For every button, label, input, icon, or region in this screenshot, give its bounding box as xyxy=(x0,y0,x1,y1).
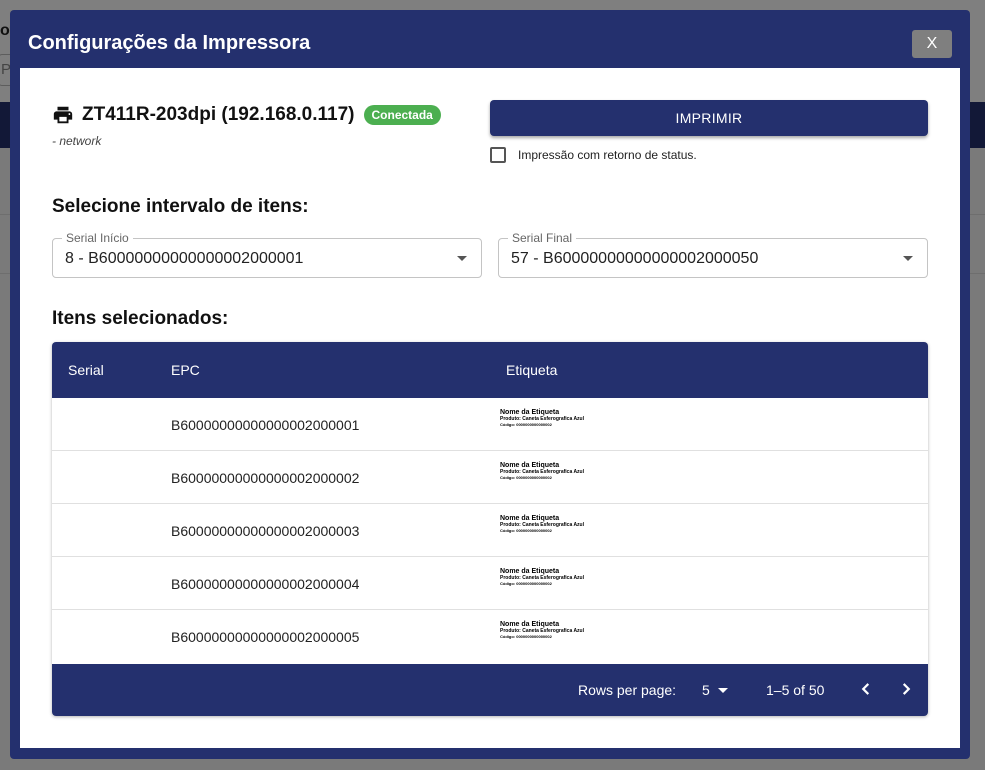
status-return-option[interactable]: Impressão com retorno de status. xyxy=(490,147,697,163)
column-header-label[interactable]: Etiqueta xyxy=(506,362,557,378)
epc-cell: B60000000000000002000001 xyxy=(171,417,360,433)
dialog-body: ZT411R-203dpi (192.168.0.117) Conectada … xyxy=(20,68,960,748)
status-return-checkbox[interactable] xyxy=(490,147,506,163)
serial-start-label: Serial Início xyxy=(62,231,133,245)
table-header: Serial EPC Etiqueta xyxy=(52,342,928,398)
serial-start-value: 8 - B60000000000000002000001 xyxy=(65,250,304,267)
pagination-range: 1–5 of 50 xyxy=(766,682,825,698)
table-row[interactable]: B60000000000000002000001 Nome da Etiquet… xyxy=(52,398,928,451)
close-button[interactable]: X xyxy=(912,30,952,58)
chevron-down-icon[interactable] xyxy=(718,688,728,693)
epc-cell: B60000000000000002000002 xyxy=(171,470,360,486)
table-row[interactable]: B60000000000000002000002 Nome da Etiquet… xyxy=(52,451,928,504)
table-pagination: Rows per page: 5 1–5 of 50 xyxy=(52,664,928,716)
serial-end-label: Serial Final xyxy=(508,231,577,245)
chevron-down-icon xyxy=(457,256,467,261)
label-preview: Nome da Etiqueta Produto: Caneta Esferog… xyxy=(500,409,584,427)
label-preview: Nome da Etiqueta Produto: Caneta Esferog… xyxy=(500,621,584,639)
table-row[interactable]: B60000000000000002000005 Nome da Etiquet… xyxy=(52,610,928,663)
dialog-title: Configurações da Impressora xyxy=(28,32,311,54)
rows-per-page-label: Rows per page: xyxy=(578,682,677,698)
serial-end-select[interactable]: Serial Final 57 - B600000000000000020000… xyxy=(498,231,928,278)
status-badge: Conectada xyxy=(363,105,441,125)
column-header-epc[interactable]: EPC xyxy=(171,362,200,378)
column-header-serial[interactable]: Serial xyxy=(68,362,104,378)
printer-icon xyxy=(53,106,73,124)
chevron-left-icon[interactable] xyxy=(855,678,877,700)
chevron-right-icon[interactable] xyxy=(895,678,917,700)
status-return-label: Impressão com retorno de status. xyxy=(518,148,697,162)
epc-cell: B60000000000000002000005 xyxy=(171,629,360,645)
printer-header: ZT411R-203dpi (192.168.0.117) Conectada xyxy=(52,104,441,126)
label-preview-code: Código: 0000000000000002 xyxy=(500,421,552,427)
printer-connection-type: - network xyxy=(52,134,102,148)
range-section-title: Selecione intervalo de itens: xyxy=(52,196,309,217)
selected-items-table: Serial EPC Etiqueta B6000000000000000200… xyxy=(52,342,928,716)
epc-cell: B60000000000000002000004 xyxy=(171,576,360,592)
epc-cell: B60000000000000002000003 xyxy=(171,523,360,539)
serial-start-select[interactable]: Serial Início 8 - B600000000000000020000… xyxy=(52,231,482,278)
printer-name: ZT411R-203dpi (192.168.0.117) xyxy=(82,104,355,125)
label-preview-code: Código: 0000000000000002 xyxy=(500,580,552,586)
selected-section-title: Itens selecionados: xyxy=(52,308,229,329)
label-preview-code: Código: 0000000000000002 xyxy=(500,633,552,639)
label-preview: Nome da Etiqueta Produto: Caneta Esferog… xyxy=(500,515,584,533)
label-preview-code: Código: 0000000000000002 xyxy=(500,474,552,480)
serial-end-value: 57 - B60000000000000002000050 xyxy=(511,250,759,267)
printer-settings-dialog: Configurações da Impressora X ZT411R-203… xyxy=(10,10,970,759)
label-preview-code: Código: 0000000000000002 xyxy=(500,527,552,533)
chevron-down-icon xyxy=(903,256,913,261)
table-row[interactable]: B60000000000000002000003 Nome da Etiquet… xyxy=(52,504,928,557)
label-preview: Nome da Etiqueta Produto: Caneta Esferog… xyxy=(500,462,584,480)
rows-per-page-select[interactable]: 5 xyxy=(702,682,710,698)
print-button[interactable]: IMPRIMIR xyxy=(490,100,928,136)
label-preview: Nome da Etiqueta Produto: Caneta Esferog… xyxy=(500,568,584,586)
table-row[interactable]: B60000000000000002000004 Nome da Etiquet… xyxy=(52,557,928,610)
